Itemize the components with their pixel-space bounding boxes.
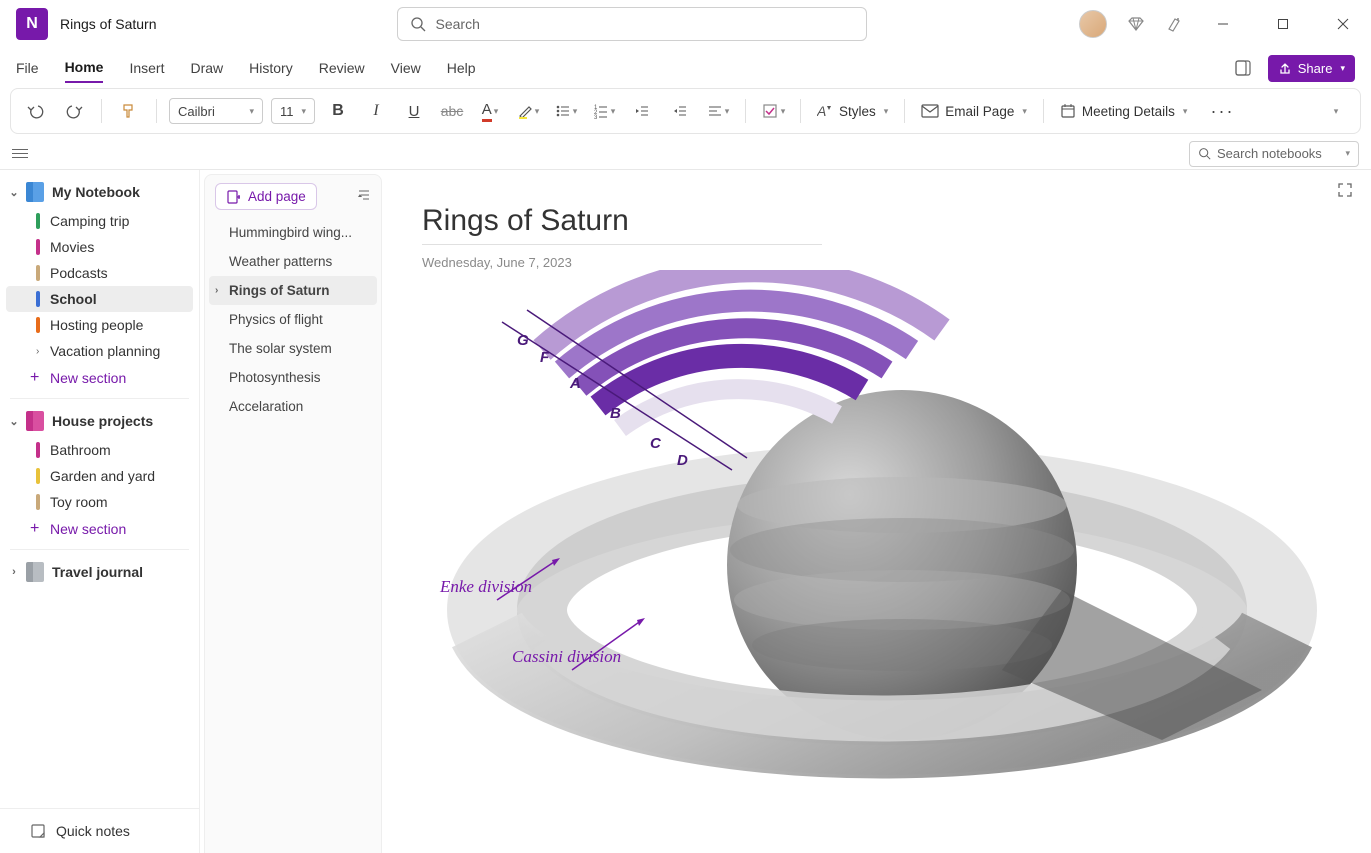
underline-button[interactable]: U [399,96,429,126]
font-size-select[interactable]: 11▾ [271,98,315,124]
indent-button[interactable] [665,96,695,126]
notebook-sidebar: ⌄My NotebookCamping tripMoviesPodcastsSc… [0,170,200,853]
fullscreen-button[interactable] [1337,182,1353,201]
ribbon: Cailbri▾ 11▾ B I U abc A▾ ▾ ▾ 123▾ ▾ ▾ A… [10,88,1361,134]
add-page-button[interactable]: Add page [215,183,317,210]
section-item[interactable]: Movies [6,234,193,260]
menu-view[interactable]: View [391,54,421,82]
premium-icon[interactable] [1127,15,1145,33]
note-icon [30,823,46,839]
menu-help[interactable]: Help [447,54,476,82]
bullets-button[interactable]: ▾ [551,96,581,126]
ribbon-expand-button[interactable]: ▾ [1320,96,1350,126]
add-page-icon [226,190,240,204]
notebook-header[interactable]: ›Travel journal [0,556,199,588]
font-color-button[interactable]: A▾ [475,96,505,126]
styles-button[interactable]: AStyles▾ [813,103,892,119]
avatar[interactable] [1079,10,1107,38]
menu-draw[interactable]: Draw [190,54,223,82]
note-canvas[interactable]: Rings of Saturn Wednesday, June 7, 2023 [382,170,1371,853]
menu-history[interactable]: History [249,54,293,82]
sub-bar: Search notebooks ▾ [0,138,1371,170]
styles-icon[interactable] [1165,15,1183,33]
search-icon [1198,147,1211,160]
section-item[interactable]: Camping trip [6,208,193,234]
svg-text:B: B [610,405,621,422]
highlight-button[interactable]: ▾ [513,96,543,126]
section-item[interactable]: Toy room [6,489,193,515]
new-section-button[interactable]: +New section [0,364,199,392]
svg-text:Enke division: Enke division [439,577,532,596]
menu-review[interactable]: Review [319,54,365,82]
close-button[interactable] [1323,4,1363,44]
search-placeholder: Search [436,16,480,32]
align-button[interactable]: ▾ [703,96,733,126]
tag-button[interactable]: ▾ [758,96,788,126]
section-item[interactable]: Hosting people [6,312,193,338]
svg-text:3: 3 [594,115,598,119]
maximize-button[interactable] [1263,4,1303,44]
page-item[interactable]: Photosynthesis [209,363,377,392]
share-button[interactable]: Share ▾ [1268,55,1355,82]
section-item[interactable]: Podcasts [6,260,193,286]
saturn-illustration: G F A B C D Enke division Cassini divisi… [402,270,1342,830]
page-item[interactable]: ›Rings of Saturn [209,276,377,305]
numbering-button[interactable]: 123▾ [589,96,619,126]
share-icon [1278,61,1292,75]
menu-file[interactable]: File [16,54,39,82]
pages-panel: Add page Hummingbird wing...Weather patt… [204,174,382,853]
window-title: Rings of Saturn [60,16,157,32]
section-item[interactable]: Bathroom [6,437,193,463]
section-item[interactable]: School [6,286,193,312]
search-input[interactable]: Search [397,7,867,41]
app-icon: N [16,8,48,40]
note-date: Wednesday, June 7, 2023 [422,255,1331,270]
svg-text:C: C [650,435,662,452]
italic-button[interactable]: I [361,96,391,126]
undo-button[interactable] [21,96,51,126]
svg-text:A: A [569,375,581,392]
email-page-button[interactable]: Email Page▾ [917,104,1031,119]
page-item[interactable]: Weather patterns [209,247,377,276]
section-item[interactable]: Garden and yard [6,463,193,489]
page-item[interactable]: Physics of flight [209,305,377,334]
sort-pages-button[interactable] [357,188,371,205]
open-pane-icon[interactable] [1234,59,1252,77]
title-underline [422,244,822,245]
nav-toggle-button[interactable] [12,149,32,158]
svg-text:G: G [517,332,529,349]
strike-button[interactable]: abc [437,96,467,126]
font-select[interactable]: Cailbri▾ [169,98,263,124]
section-item[interactable]: ›Vacation planning [6,338,193,364]
page-item[interactable]: The solar system [209,334,377,363]
page-item[interactable]: Hummingbird wing... [209,218,377,247]
notebook-search-input[interactable]: Search notebooks ▾ [1189,141,1359,167]
redo-button[interactable] [59,96,89,126]
svg-text:D: D [677,452,688,469]
notebook-header[interactable]: ⌄House projects [0,405,199,437]
title-bar: N Rings of Saturn Search [0,0,1371,48]
meeting-details-button[interactable]: Meeting Details▾ [1056,103,1192,119]
bold-button[interactable]: B [323,96,353,126]
menu-bar: File Home Insert Draw History Review Vie… [0,48,1371,88]
note-title[interactable]: Rings of Saturn [422,204,1331,238]
search-icon [410,16,426,32]
outdent-button[interactable] [627,96,657,126]
notebook-header[interactable]: ⌄My Notebook [0,176,199,208]
minimize-button[interactable] [1203,4,1243,44]
menu-home[interactable]: Home [65,53,104,83]
svg-text:A: A [817,103,826,119]
page-item[interactable]: Accelaration [209,392,377,421]
new-section-button[interactable]: +New section [0,515,199,543]
svg-text:Cassini division: Cassini division [512,647,621,666]
more-button[interactable]: ··· [1207,96,1237,126]
menu-insert[interactable]: Insert [129,54,164,82]
quick-notes-button[interactable]: Quick notes [0,808,199,853]
svg-text:F: F [540,349,550,366]
format-painter-button[interactable] [114,96,144,126]
